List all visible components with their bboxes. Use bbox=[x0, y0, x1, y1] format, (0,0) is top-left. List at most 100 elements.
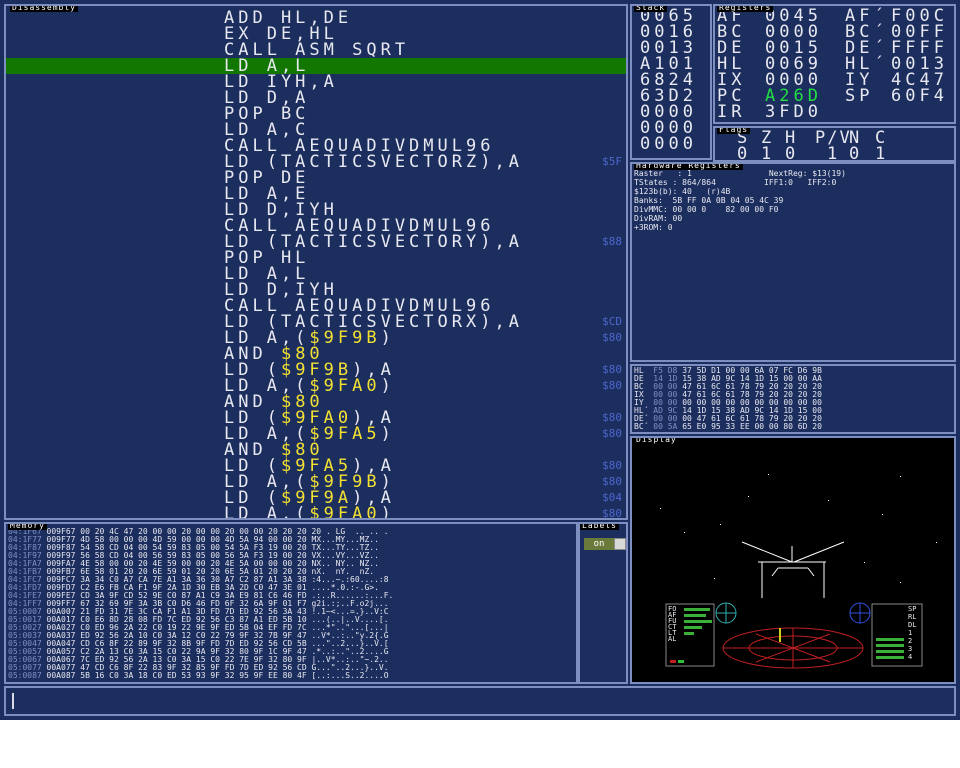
hardware-register-line: DivMMC: 00 00 0 82 00 00 F0 bbox=[634, 205, 779, 214]
labels-toggle[interactable]: on bbox=[584, 538, 626, 550]
ascii-bytes: nX. nY. nZ. bbox=[311, 568, 384, 576]
memory-row[interactable]: 04:1FB7 009FB7 6E 58 01 20 20 6E 59 01 2… bbox=[8, 568, 574, 576]
memory-row[interactable]: 04:1FE7 009FE7 CD 3A 9F CD 52 9E C0 87 A… bbox=[8, 592, 574, 600]
bank-address: 04:1F97 bbox=[8, 552, 42, 560]
bank-address: 05:0027 bbox=[8, 624, 42, 632]
display-screen[interactable]: FO AF FU CT LT AL SP RL DL 1 2 3 4 bbox=[632, 438, 954, 682]
memory-row[interactable]: 04:1FF7 009FF7 67 32 69 9F 3A 3B C0 D6 4… bbox=[8, 600, 574, 608]
value-comment: $04 bbox=[602, 491, 622, 504]
hex-bytes: CD C6 8F 22 89 9F 32 8B 9F FD 7D ED 92 5… bbox=[80, 640, 307, 648]
ascii-bytes: ..."..2...}..V.[ bbox=[311, 640, 389, 648]
hex-bytes: 47 CD C6 8F 22 83 9F 32 85 9F FD 7D ED 9… bbox=[80, 664, 307, 672]
flag-value[interactable]: 0 bbox=[849, 146, 863, 161]
memory-row[interactable]: 05:0027 00A027 C0 ED 96 2A 22 C0 19 22 9… bbox=[8, 624, 574, 632]
scanner-gauge-label: AL bbox=[668, 635, 677, 643]
register-memory-list: HL F5 D8 37 5D D1 00 00 6A 07 FC D6 9B DE… bbox=[634, 367, 954, 432]
memory-row[interactable]: 05:0037 00A037 ED 92 56 2A 10 C0 3A 12 C… bbox=[8, 632, 574, 640]
instruction-part: ) bbox=[380, 504, 395, 520]
instruction-part: ) bbox=[380, 424, 395, 444]
disassembly-line[interactable]: LD D,A bbox=[6, 90, 626, 107]
ascii-bytes: :4...~.:60....:8 bbox=[311, 576, 389, 584]
labels-title: Labels bbox=[580, 522, 619, 530]
linear-address: 009FA7 bbox=[46, 560, 76, 568]
hardware-register-line: Banks: 5B FF 0A 0B 04 05 4C 39 bbox=[634, 196, 784, 205]
memory-row[interactable]: 04:1FA7 009FA7 4E 58 00 00 20 4E 59 00 0… bbox=[8, 560, 574, 568]
hardware-register-line: $123b(b): 40 (r)4B bbox=[634, 187, 731, 196]
disassembly-line[interactable]: LD (TACTICSVECTORY),A $88 bbox=[6, 234, 626, 251]
ascii-bytes: MX...MY...MZ.. bbox=[311, 536, 384, 544]
value-comment: $88 bbox=[602, 235, 622, 248]
flag-value[interactable]: 0 bbox=[785, 146, 799, 161]
memory-row[interactable]: 04:1FC7 009FC7 3A 34 C0 A7 CA 7E A1 3A 3… bbox=[8, 576, 574, 584]
memory-pane: Memory 04:1F67 009F67 00 20 4C 47 20 00 … bbox=[4, 522, 578, 684]
linear-address: 00A037 bbox=[46, 632, 76, 640]
bank-address: 05:0007 bbox=[8, 608, 42, 616]
memory-row[interactable]: 05:0047 00A047 CD C6 8F 22 89 9F 32 8B 9… bbox=[8, 640, 574, 648]
disassembly-line[interactable]: POP DE bbox=[6, 170, 626, 187]
memory-row[interactable]: 04:1F97 009F97 56 58 CD 04 00 56 59 83 0… bbox=[8, 552, 574, 560]
linear-address: 00A007 bbox=[46, 608, 76, 616]
command-bar bbox=[4, 686, 956, 716]
hex-bytes: 3A 34 C0 A7 CA 7E A1 3A 36 30 A7 C2 87 A… bbox=[80, 576, 307, 584]
hex-bytes: C2 E6 FB CA F1 9F 2A 1D 30 EB 3A 2D C0 4… bbox=[80, 584, 307, 592]
memory-row[interactable]: 04:1F67 009F67 00 20 4C 47 20 00 00 20 0… bbox=[8, 528, 574, 536]
memory-row[interactable]: 05:0007 00A007 21 FD 31 7E 3C CA F1 A1 3… bbox=[8, 608, 574, 616]
disassembly-line[interactable]: POP BC bbox=[6, 106, 626, 123]
bank-address: 05:0047 bbox=[8, 640, 42, 648]
hardware-registers-list: Raster : 1 NextReg: $13(19) TStates : 864… bbox=[634, 170, 954, 260]
hex-bytes: C0 ED 96 2A 22 C0 19 22 9E 9F ED 5B 04 E… bbox=[80, 624, 307, 632]
scanner-gauge-label: 2 bbox=[908, 637, 913, 645]
value-comment: $CD bbox=[602, 315, 622, 328]
registers-title: Registers bbox=[717, 4, 774, 12]
memory-list[interactable]: 04:1F67 009F67 00 20 4C 47 20 00 00 20 0… bbox=[6, 528, 576, 682]
labels-pane: Labels on bbox=[578, 522, 628, 684]
hex-bytes: 21 FD 31 7E 3C CA F1 A1 3D FD 7D ED 92 5… bbox=[80, 608, 307, 616]
instruction-part: LD A,( bbox=[224, 504, 310, 520]
hex-bytes: C2 2A 13 C0 3A 15 C0 22 9A 9F 32 80 9F 1… bbox=[80, 648, 307, 656]
ship-wireframe bbox=[741, 541, 845, 598]
command-input[interactable] bbox=[16, 690, 950, 714]
value-comment: $5F bbox=[602, 155, 622, 168]
flag-value[interactable]: 1 bbox=[761, 146, 775, 161]
scanner-right-labels: SP RL DL 1 2 3 4 bbox=[908, 606, 922, 664]
ascii-bytes: . LG .. .. . bbox=[325, 528, 399, 536]
stack-entry: 0000 bbox=[640, 134, 697, 154]
pointer-value: 00 5A bbox=[653, 422, 678, 431]
value-comment: $80 bbox=[602, 507, 622, 520]
memory-row[interactable]: 05:0057 00A057 C2 2A 13 C0 3A 15 C0 22 9… bbox=[8, 648, 574, 656]
register-value[interactable]: 60F4 bbox=[891, 88, 948, 105]
disassembly-list[interactable]: ADD HL,DE EX DE,HL CALL ASM_SQRT LD A,L LD I… bbox=[6, 10, 626, 520]
flag-value[interactable]: 1 bbox=[827, 146, 841, 161]
ascii-bytes: ...*".."...[...| bbox=[311, 624, 389, 632]
disassembly-line[interactable]: LD IYH,A bbox=[6, 74, 626, 91]
memory-row[interactable]: 05:0077 00A077 47 CD C6 8F 22 83 9F 32 8… bbox=[8, 664, 574, 672]
hardware-register-line: DivRAM: 00 bbox=[634, 214, 683, 223]
register-value[interactable]: 3FD0 bbox=[765, 104, 822, 121]
memory-row[interactable]: 05:0067 00A067 7C ED 92 56 2A 13 C0 3A 1… bbox=[8, 656, 574, 664]
hex-bytes: 4D 58 00 00 00 4D 59 00 00 00 4D 5A 94 0… bbox=[80, 536, 307, 544]
labels-toggle-knob bbox=[614, 538, 626, 550]
memory-row[interactable]: 05:0087 00A087 5B 16 C0 3A 18 C0 ED 53 9… bbox=[8, 672, 574, 680]
memory-row[interactable]: 04:1FD7 009FD7 C2 E6 FB CA F1 9F 2A 1D 3… bbox=[8, 584, 574, 592]
disassembly-line[interactable]: POP HL bbox=[6, 250, 626, 267]
linear-address: 00A077 bbox=[46, 664, 76, 672]
starfield bbox=[660, 474, 937, 583]
ascii-bytes: !.1~<...=.}..V:C bbox=[311, 608, 389, 616]
disassembly-line[interactable]: CALL ASM_SQRT bbox=[6, 42, 626, 59]
registers-list[interactable]: AF 0045 AF´ F00C BC 0000 BC´ 00FF DE 0015 DE´ FFFF H… bbox=[715, 8, 954, 122]
hardware-register-line: TStates : 864/864 IFF1:0 IFF2:0 bbox=[634, 178, 837, 187]
memory-row[interactable]: 04:1F77 009F77 4D 58 00 00 00 4D 59 00 0… bbox=[8, 536, 574, 544]
memory-row[interactable]: 04:1F87 009F87 54 58 CD 04 00 54 59 83 0… bbox=[8, 544, 574, 552]
linear-address: 009F87 bbox=[46, 544, 76, 552]
linear-address: 009FB7 bbox=[46, 568, 76, 576]
register-memory-row: BC´ 00 5A 65 E0 95 33 EE 00 00 80 6D 20 bbox=[634, 423, 822, 431]
memory-row[interactable]: 05:0017 00A017 C0 E6 8D 28 08 FD 7C ED 9… bbox=[8, 616, 574, 624]
flag-value[interactable]: 0 bbox=[737, 146, 751, 161]
ascii-bytes: ..V*..:.."y.2{.G bbox=[311, 632, 389, 640]
linear-address: 00A057 bbox=[46, 648, 76, 656]
flag-value[interactable]: 1 bbox=[875, 146, 889, 161]
bank-address: 05:0037 bbox=[8, 632, 42, 640]
disassembly-line[interactable]: LD (TACTICSVECTORZ),A $5F bbox=[6, 154, 626, 171]
instruction-part: ) bbox=[380, 328, 395, 348]
disassembly-line[interactable]: LD A,($9FA0) $80 bbox=[6, 504, 626, 520]
